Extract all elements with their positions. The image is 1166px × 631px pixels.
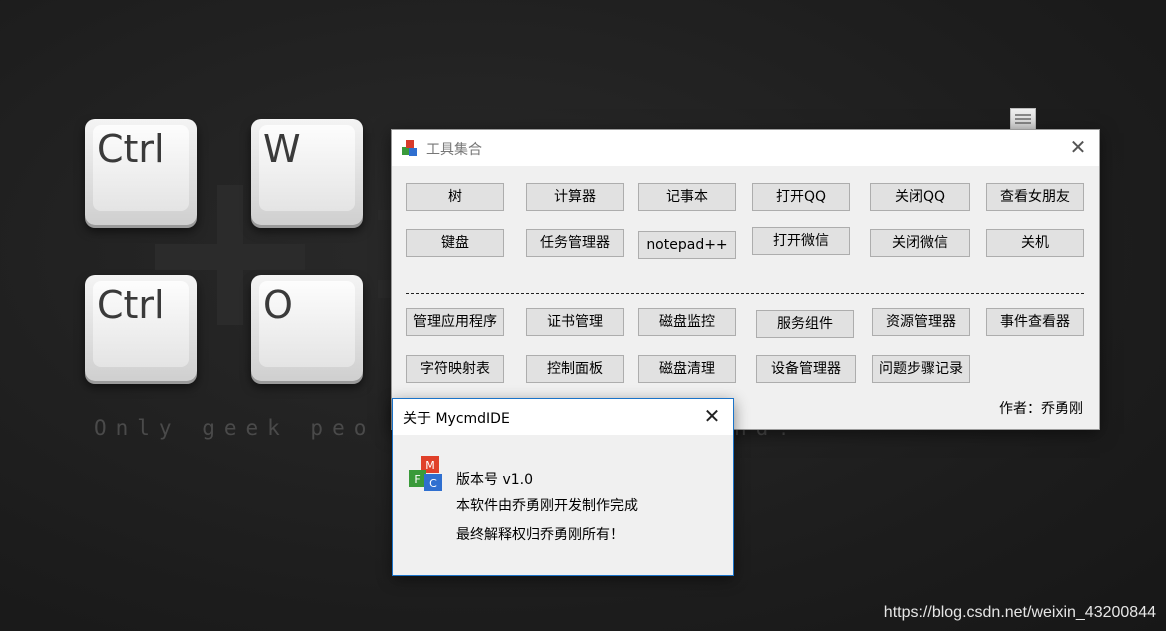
wallpaper-key-w: W [251, 119, 363, 225]
version-label: 版本号 v1.0 [456, 472, 533, 488]
app-cubes-icon [402, 140, 417, 156]
wallpaper-mark [378, 210, 392, 220]
dashed-divider [406, 293, 1084, 294]
close-wechat-button[interactable]: 关闭微信 [870, 229, 970, 257]
developer-label: 本软件由乔勇刚开发制作完成 [456, 498, 638, 514]
certificate-manager-button[interactable]: 证书管理 [526, 308, 624, 336]
watermark-url: https://blog.csdn.net/weixin_43200844 [883, 604, 1156, 621]
svg-text:F: F [414, 473, 420, 486]
wallpaper-mark [378, 280, 392, 298]
disk-cleanup-button[interactable]: 磁盘清理 [638, 355, 736, 383]
about-dialog: 关于 MycmdIDE ✕ M F C 版本号 v1.0 本软件由乔勇刚开发制作… [392, 398, 734, 576]
event-viewer-button[interactable]: 事件查看器 [986, 308, 1084, 336]
tree-button[interactable]: 树 [406, 183, 504, 211]
wallpaper-key-ctrl: Ctrl [85, 119, 197, 225]
open-wechat-button[interactable]: 打开微信 [752, 227, 850, 255]
rights-label: 最终解释权归乔勇刚所有！ [456, 527, 624, 543]
manage-apps-button[interactable]: 管理应用程序 [406, 308, 504, 336]
control-panel-button[interactable]: 控制面板 [526, 355, 624, 383]
mfc-cubes-icon: M F C [409, 456, 442, 491]
device-manager-button[interactable]: 设备管理器 [756, 355, 856, 383]
wallpaper-slogan-text: Only geek peo [94, 416, 376, 440]
wallpaper-key-label: O [263, 283, 293, 327]
wallpaper-key-label: Ctrl [97, 127, 165, 171]
open-qq-button[interactable]: 打开QQ [752, 183, 850, 211]
close-icon[interactable]: ✕ [1069, 137, 1087, 157]
char-map-button[interactable]: 字符映射表 [406, 355, 504, 383]
wallpaper-key-ctrl-2: Ctrl [85, 275, 197, 381]
svg-text:C: C [429, 477, 437, 490]
wallpaper-key-o: O [251, 275, 363, 381]
svg-text:M: M [425, 459, 435, 472]
shutdown-button[interactable]: 关机 [986, 229, 1084, 257]
keyboard-button[interactable]: 键盘 [406, 229, 504, 257]
about-dialog-titlebar[interactable]: 关于 MycmdIDE ✕ [393, 399, 733, 435]
wallpaper-key-label: Ctrl [97, 283, 165, 327]
tool-window: 工具集合 ✕ 树 计算器 记事本 打开QQ 关闭QQ 查看女朋友 键盘 任务管理… [391, 129, 1100, 430]
author-label: 作者：乔勇刚 [999, 401, 1083, 417]
close-qq-button[interactable]: 关闭QQ [870, 183, 970, 211]
steps-recorder-button[interactable]: 问题步骤记录 [872, 355, 970, 383]
services-button[interactable]: 服务组件 [756, 310, 854, 338]
about-dialog-title: 关于 MycmdIDE [403, 411, 510, 427]
tool-window-titlebar[interactable]: 工具集合 ✕ [392, 130, 1099, 166]
calculator-button[interactable]: 计算器 [526, 183, 624, 211]
tool-window-title: 工具集合 [426, 142, 482, 158]
wallpaper-slogan: Only geek peo nd! [94, 416, 790, 440]
task-manager-button[interactable]: 任务管理器 [526, 229, 624, 257]
close-icon[interactable]: ✕ [703, 406, 721, 426]
wallpaper-key-label: W [263, 127, 301, 171]
notepad-button[interactable]: 记事本 [638, 183, 736, 211]
disk-monitor-button[interactable]: 磁盘监控 [638, 308, 736, 336]
view-girlfriend-button[interactable]: 查看女朋友 [986, 183, 1084, 211]
wallpaper-plus-vertical [217, 185, 243, 325]
resource-manager-button[interactable]: 资源管理器 [872, 308, 970, 336]
notepad-plus-plus-button[interactable]: notepad++ [638, 231, 736, 259]
